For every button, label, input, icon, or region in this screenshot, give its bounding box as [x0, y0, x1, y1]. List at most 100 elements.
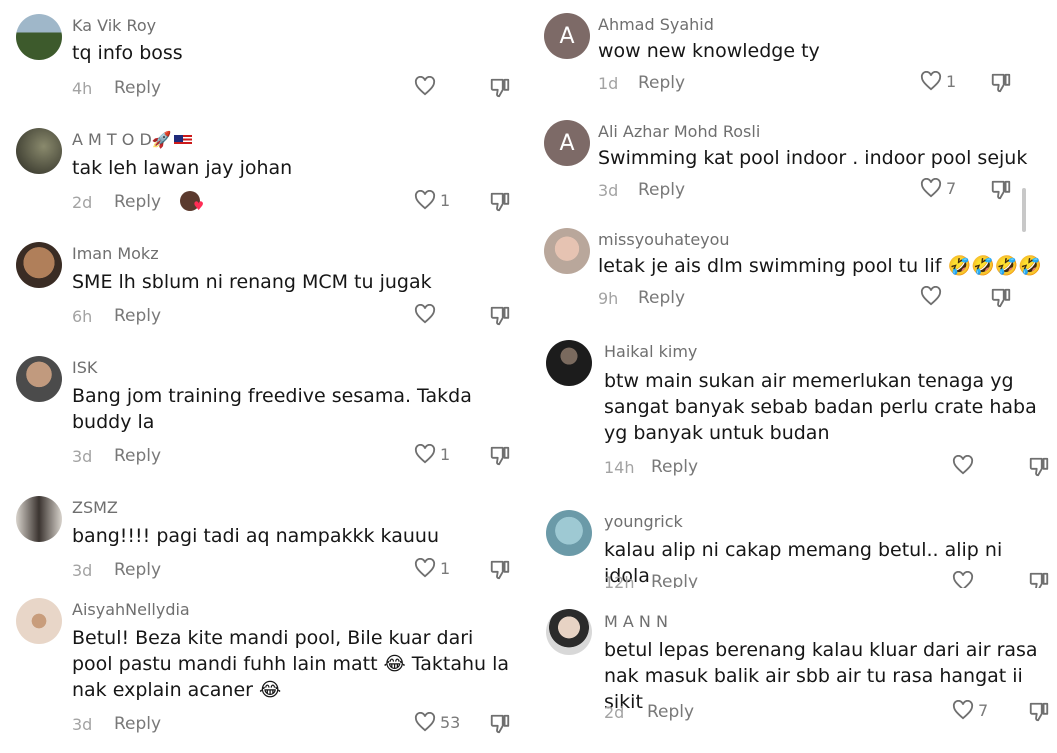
- comment-username[interactable]: Haikal kimy: [604, 342, 697, 361]
- thumbs-down-outline-icon[interactable]: [489, 713, 511, 735]
- like-count: 53: [440, 712, 461, 732]
- comment-username[interactable]: ZSMZ: [72, 498, 118, 517]
- avatar[interactable]: A: [544, 120, 590, 166]
- avatar[interactable]: [16, 242, 62, 288]
- thumbs-down-outline-icon[interactable]: [1028, 571, 1050, 588]
- thumbs-down-outline-icon[interactable]: [489, 191, 511, 213]
- thumbs-down-outline-icon[interactable]: [489, 305, 511, 327]
- reply-button[interactable]: Reply: [651, 572, 698, 588]
- comment-time: 3d: [72, 715, 93, 734]
- thumbs-down-outline-icon[interactable]: [990, 179, 1012, 201]
- comment-time: 3d: [72, 447, 93, 466]
- like-count: 1: [946, 71, 957, 91]
- heart-outline-icon: [952, 455, 974, 475]
- like-count: 1: [440, 444, 451, 464]
- avatar[interactable]: [16, 496, 62, 542]
- heart-outline-icon: [920, 286, 942, 306]
- like-button[interactable]: 1: [920, 71, 956, 91]
- like-button[interactable]: 1: [414, 558, 450, 578]
- partial-action-row: 12h Reply: [528, 570, 1057, 588]
- heart-outline-icon: [414, 712, 436, 732]
- comment-username[interactable]: ISK: [72, 358, 97, 377]
- thumbs-down-outline-icon[interactable]: [489, 559, 511, 581]
- username-text: A M T O D: [72, 130, 152, 149]
- thumbs-down-outline-icon[interactable]: [1028, 456, 1050, 478]
- like-button[interactable]: 1: [414, 190, 450, 210]
- avatar[interactable]: [16, 356, 62, 402]
- reply-button[interactable]: Reply: [114, 714, 161, 734]
- creator-liked-avatar: ♥: [180, 191, 204, 213]
- comment-text: SME lh sblum ni renang MCM tu jugak: [72, 271, 432, 293]
- like-count: 7: [946, 178, 957, 198]
- comment-username[interactable]: Iman Mokz: [72, 244, 159, 263]
- reply-button[interactable]: Reply: [638, 180, 685, 200]
- reply-button[interactable]: Reply: [114, 78, 161, 98]
- comment-text: wow new knowledge ty: [598, 40, 820, 62]
- thumbs-down-outline-icon[interactable]: [990, 72, 1012, 94]
- like-button[interactable]: 7: [920, 178, 956, 198]
- like-button[interactable]: 53: [414, 712, 460, 732]
- heart-outline-icon: [414, 558, 436, 578]
- comment-username[interactable]: A M T O D🚀: [72, 130, 192, 149]
- comment-text: tak leh lawan jay johan: [72, 157, 293, 179]
- right-comment-column: A Ahmad Syahid wow new knowledge ty 1d R…: [528, 0, 1057, 753]
- comment-username[interactable]: Ahmad Syahid: [598, 15, 714, 34]
- reply-button[interactable]: Reply: [638, 73, 685, 93]
- comment-text: tq info boss: [72, 42, 183, 64]
- like-button[interactable]: 7: [952, 700, 988, 720]
- avatar[interactable]: [546, 340, 592, 386]
- comment-time: 2d: [72, 193, 93, 212]
- like-button[interactable]: 1: [414, 444, 450, 464]
- reply-button[interactable]: Reply: [114, 560, 161, 580]
- comment-text: letak je ais dlm swimming pool tu lif 🤣🤣…: [598, 255, 1043, 277]
- reply-button[interactable]: Reply: [114, 306, 161, 326]
- avatar-letter: A: [559, 23, 575, 49]
- like-button[interactable]: [920, 286, 946, 306]
- malaysia-flag-icon: [173, 134, 192, 147]
- avatar[interactable]: [16, 598, 62, 644]
- comment-time: 12h: [604, 573, 635, 588]
- thumbs-down-outline-icon[interactable]: [990, 287, 1012, 309]
- comment-username[interactable]: youngrick: [604, 512, 683, 531]
- reply-button[interactable]: Reply: [114, 192, 161, 212]
- thumbs-down-outline-icon[interactable]: [1028, 701, 1050, 723]
- comment-username[interactable]: M A N N: [604, 612, 668, 631]
- avatar[interactable]: [546, 510, 592, 556]
- like-button[interactable]: [414, 304, 440, 324]
- comment-time: 3d: [598, 181, 619, 200]
- heart-outline-icon: [414, 444, 436, 464]
- thumbs-down-outline-icon[interactable]: [489, 445, 511, 467]
- comment-username[interactable]: Ali Azhar Mohd Rosli: [598, 122, 760, 141]
- comment-text: Bang jom training freedive sesama. Takda…: [72, 385, 472, 433]
- rocket-emoji: 🚀: [151, 130, 172, 149]
- comment-text: bang!!!! pagi tadi aq nampakkk kauuu: [72, 525, 439, 547]
- comment-username[interactable]: AisyahNellydia: [72, 600, 190, 619]
- like-button[interactable]: [414, 76, 440, 96]
- thumbs-down-outline-icon[interactable]: [489, 77, 511, 99]
- scrollbar[interactable]: [1022, 188, 1026, 232]
- avatar[interactable]: [546, 609, 592, 655]
- comment-time: 4h: [72, 79, 93, 98]
- comment-time: 3d: [72, 561, 93, 580]
- avatar[interactable]: [544, 228, 590, 274]
- comment-username[interactable]: missyouhateyou: [598, 230, 730, 249]
- avatar[interactable]: A: [544, 13, 590, 59]
- avatar[interactable]: [16, 14, 62, 60]
- heart-outline-icon: [414, 304, 436, 324]
- heart-outline-icon: [414, 76, 436, 96]
- reply-button[interactable]: Reply: [647, 702, 694, 722]
- like-count: 7: [978, 700, 989, 720]
- reply-button[interactable]: Reply: [651, 457, 698, 477]
- heart-outline-icon: [920, 178, 942, 198]
- reply-button[interactable]: Reply: [114, 446, 161, 466]
- like-button[interactable]: [952, 455, 978, 475]
- avatar[interactable]: [16, 128, 62, 174]
- comment-time: 1d: [598, 74, 619, 93]
- comment-username[interactable]: Ka Vik Roy: [72, 16, 156, 35]
- comment-text: btw main sukan air memerlukan tenaga yg …: [604, 370, 1037, 444]
- heart-outline-icon[interactable]: [952, 571, 974, 588]
- heart-badge-icon: ♥: [193, 199, 204, 213]
- reply-button[interactable]: Reply: [638, 288, 685, 308]
- comment-time: 9h: [598, 289, 619, 308]
- like-count: 1: [440, 558, 451, 578]
